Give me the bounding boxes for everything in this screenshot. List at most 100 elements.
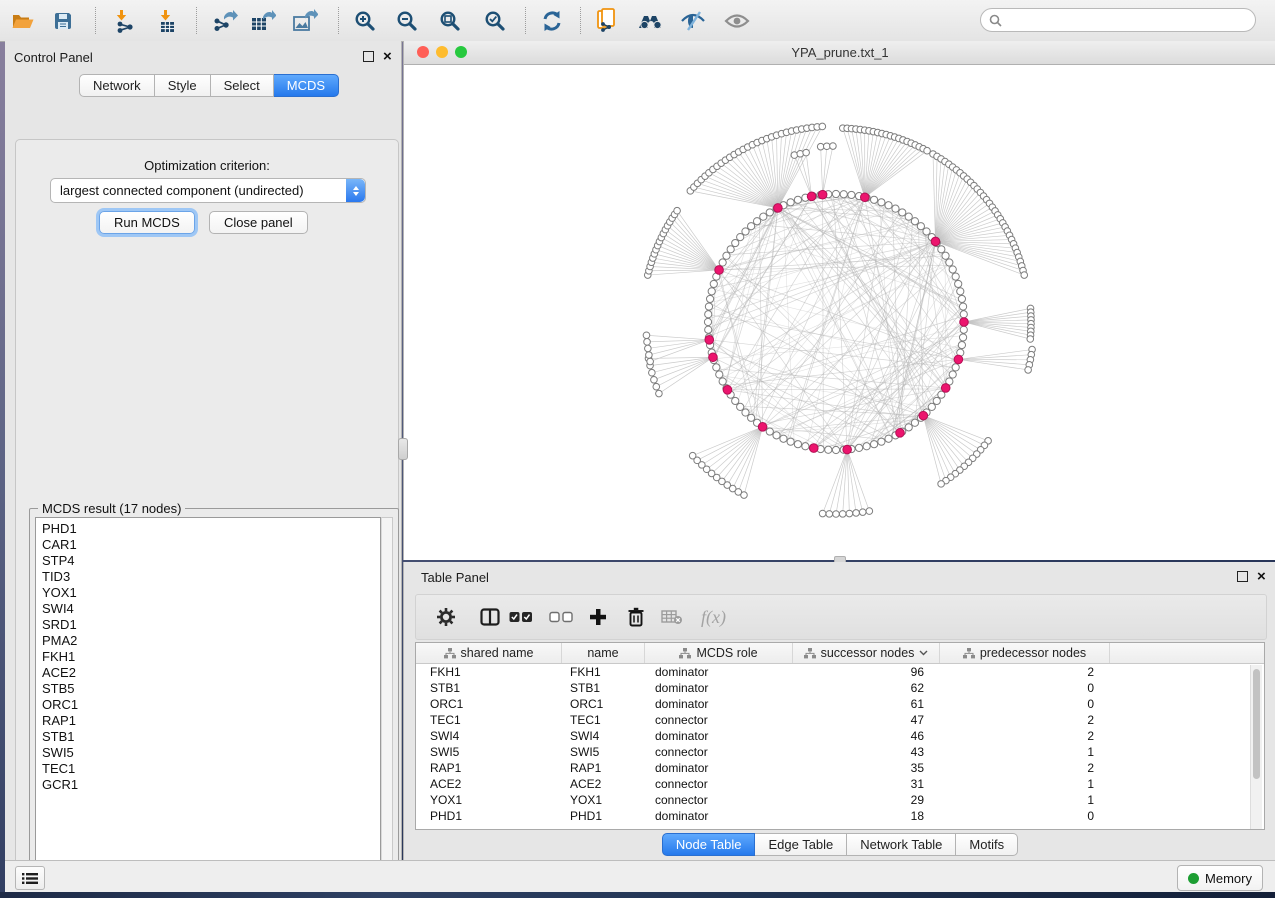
graph-node[interactable] xyxy=(938,246,945,253)
mcds-result-item[interactable]: PHD1 xyxy=(42,521,380,537)
import-table-icon[interactable] xyxy=(154,8,180,34)
table-row[interactable]: RAP1RAP1dominator352 xyxy=(416,760,1264,776)
show-panels-list-button[interactable] xyxy=(15,866,45,890)
float-panel-icon[interactable] xyxy=(363,51,374,62)
graph-node[interactable] xyxy=(892,205,899,212)
graph-node[interactable] xyxy=(928,403,935,410)
graph-leaf-node[interactable] xyxy=(819,123,826,130)
graph-dominator-node[interactable] xyxy=(954,355,963,364)
graph-node[interactable] xyxy=(742,228,749,235)
graph-node[interactable] xyxy=(905,213,912,220)
mcds-result-item[interactable]: PMA2 xyxy=(42,633,380,649)
table-options-gear-icon[interactable] xyxy=(434,605,458,629)
mcds-result-item[interactable]: STB1 xyxy=(42,729,380,745)
graph-node[interactable] xyxy=(840,191,847,198)
graph-dominator-node[interactable] xyxy=(818,190,827,199)
graph-node[interactable] xyxy=(848,191,855,198)
graph-node[interactable] xyxy=(878,438,885,445)
graph-node[interactable] xyxy=(957,288,964,295)
graph-node[interactable] xyxy=(705,311,712,318)
graph-node[interactable] xyxy=(960,311,967,318)
graph-node[interactable] xyxy=(959,334,966,341)
hide-details-eye-icon[interactable] xyxy=(680,8,706,34)
graph-node[interactable] xyxy=(760,213,767,220)
graph-node[interactable] xyxy=(748,414,755,421)
vertical-splitter-handle[interactable] xyxy=(398,438,408,460)
graph-node[interactable] xyxy=(706,295,713,302)
graph-leaf-node[interactable] xyxy=(643,332,650,339)
tab-motifs[interactable]: Motifs xyxy=(956,833,1018,856)
graph-node[interactable] xyxy=(748,223,755,230)
mcds-result-item[interactable]: RAP1 xyxy=(42,713,380,729)
node-table[interactable]: shared namenameMCDS rolesuccessor nodesp… xyxy=(415,642,1265,830)
mcds-result-item[interactable]: YOX1 xyxy=(42,585,380,601)
graph-leaf-node[interactable] xyxy=(819,510,826,517)
graph-node[interactable] xyxy=(952,273,959,280)
graph-leaf-node[interactable] xyxy=(853,510,860,517)
graph-node[interactable] xyxy=(911,218,918,225)
tab-style[interactable]: Style xyxy=(155,74,211,97)
select-all-checked-icon[interactable] xyxy=(509,605,533,629)
split-view-icon[interactable] xyxy=(478,605,502,629)
refresh-icon[interactable] xyxy=(539,8,565,34)
table-scrollbar-thumb[interactable] xyxy=(1253,669,1260,779)
graph-node[interactable] xyxy=(710,280,717,287)
open-folder-icon[interactable] xyxy=(10,8,36,34)
graph-node[interactable] xyxy=(960,326,967,333)
mcds-result-item[interactable]: ACE2 xyxy=(42,665,380,681)
zoom-out-icon[interactable] xyxy=(394,8,420,34)
graph-node[interactable] xyxy=(737,403,744,410)
graph-node[interactable] xyxy=(949,266,956,273)
float-table-panel-icon[interactable] xyxy=(1237,571,1248,582)
run-mcds-button[interactable]: Run MCDS xyxy=(99,211,195,234)
graph-leaf-node[interactable] xyxy=(859,509,866,516)
graph-leaf-node[interactable] xyxy=(938,481,945,488)
graph-dominator-node[interactable] xyxy=(860,193,869,202)
table-row[interactable]: YOX1YOX1connector291 xyxy=(416,792,1264,808)
column-header-successor-nodes[interactable]: successor nodes xyxy=(793,643,940,663)
graph-node[interactable] xyxy=(959,303,966,310)
table-row[interactable]: ORC1ORC1dominator610 xyxy=(416,696,1264,712)
zoom-fit-icon[interactable] xyxy=(437,8,463,34)
graph-dominator-node[interactable] xyxy=(758,423,767,432)
mcds-result-item[interactable]: STB5 xyxy=(42,681,380,697)
graph-node[interactable] xyxy=(737,234,744,241)
tab-network-table[interactable]: Network Table xyxy=(847,833,956,856)
graph-dominator-node[interactable] xyxy=(931,237,940,246)
graph-leaf-node[interactable] xyxy=(1027,336,1034,343)
graph-node[interactable] xyxy=(878,199,885,206)
graph-leaf-node[interactable] xyxy=(866,508,873,515)
graph-node[interactable] xyxy=(716,371,723,378)
graph-leaf-node[interactable] xyxy=(674,207,681,214)
graph-node[interactable] xyxy=(753,218,760,225)
toolbar-search-input[interactable] xyxy=(1007,12,1255,28)
graph-node[interactable] xyxy=(704,318,711,325)
graph-node[interactable] xyxy=(832,190,839,197)
close-table-panel-icon[interactable]: × xyxy=(1257,572,1266,581)
graph-node[interactable] xyxy=(705,326,712,333)
graph-node[interactable] xyxy=(705,303,712,310)
table-scrollbar[interactable] xyxy=(1250,665,1262,829)
table-row[interactable]: SWI5SWI5connector431 xyxy=(416,744,1264,760)
import-network-icon[interactable] xyxy=(112,8,138,34)
tab-edge-table[interactable]: Edge Table xyxy=(755,833,847,856)
column-header-name[interactable]: name xyxy=(562,643,645,663)
mcds-result-item[interactable]: ORC1 xyxy=(42,697,380,713)
export-table-icon[interactable] xyxy=(250,8,276,34)
table-row[interactable]: STB1STB1dominator620 xyxy=(416,680,1264,696)
table-row[interactable]: ACE2ACE2connector311 xyxy=(416,776,1264,792)
graph-node[interactable] xyxy=(949,371,956,378)
graph-node[interactable] xyxy=(885,202,892,209)
zoom-selected-icon[interactable] xyxy=(482,8,508,34)
graph-node[interactable] xyxy=(727,246,734,253)
graph-dominator-node[interactable] xyxy=(919,411,928,420)
graph-leaf-node[interactable] xyxy=(644,339,651,346)
graph-node[interactable] xyxy=(773,432,780,439)
graph-node[interactable] xyxy=(732,397,739,404)
graph-node[interactable] xyxy=(870,441,877,448)
graph-node[interactable] xyxy=(742,409,749,416)
graph-leaf-node[interactable] xyxy=(647,358,654,365)
graph-leaf-node[interactable] xyxy=(846,510,853,517)
graph-leaf-node[interactable] xyxy=(803,149,810,156)
criterion-dropdown[interactable]: largest connected component (undirected) xyxy=(50,178,366,203)
